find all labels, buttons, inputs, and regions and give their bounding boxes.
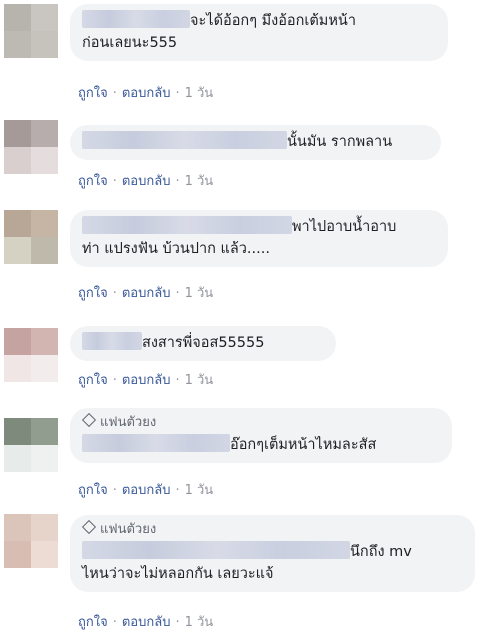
diamond-icon bbox=[81, 412, 97, 428]
comment-actions: ถูกใจ · ตอบกลับ · 1 วัน bbox=[78, 86, 214, 101]
top-fan-badge: แฟนตัวยง bbox=[81, 412, 438, 432]
comment-text: ท่า แปรงฟัน บ้วนปาก แล้ว..... bbox=[82, 241, 270, 257]
redacted-username[interactable] bbox=[82, 332, 142, 350]
comment-text: ก่อนเลยนะ555 bbox=[82, 35, 178, 51]
reply-link[interactable]: ตอบกลับ bbox=[122, 174, 171, 189]
redacted-username[interactable] bbox=[82, 216, 292, 234]
redacted-username[interactable] bbox=[82, 10, 190, 28]
timestamp[interactable]: 1 วัน bbox=[185, 615, 214, 630]
like-link[interactable]: ถูกใจ bbox=[78, 286, 108, 301]
comment-text: อ๊อกๆเต็มหน้าไหมละสัส bbox=[82, 434, 438, 456]
timestamp[interactable]: 1 วัน bbox=[185, 373, 214, 388]
reply-link[interactable]: ตอบกลับ bbox=[122, 86, 171, 101]
avatar[interactable] bbox=[4, 514, 58, 568]
like-link[interactable]: ถูกใจ bbox=[78, 86, 108, 101]
timestamp[interactable]: 1 วัน bbox=[185, 86, 214, 101]
comment-text: นั้นมัน รากพลาน bbox=[82, 131, 427, 153]
comment-text: ไหนว่าจะไม่หลอกกัน เลยวะแจ้ bbox=[82, 566, 274, 582]
reply-link[interactable]: ตอบกลับ bbox=[122, 615, 171, 630]
comment-actions: ถูกใจ · ตอบกลับ · 1 วัน bbox=[78, 286, 214, 301]
top-fan-badge: แฟนตัวยง bbox=[81, 519, 461, 539]
redacted-username[interactable] bbox=[82, 131, 287, 149]
redacted-username[interactable] bbox=[82, 541, 350, 559]
comment-bubble: แฟนตัวยง นึกถึง mv ไหนว่าจะไม่หลอกกัน เล… bbox=[70, 515, 475, 592]
avatar[interactable] bbox=[4, 210, 58, 264]
comment-actions: ถูกใจ · ตอบกลับ · 1 วัน bbox=[78, 483, 214, 498]
like-link[interactable]: ถูกใจ bbox=[78, 373, 108, 388]
comment-actions: ถูกใจ · ตอบกลับ · 1 วัน bbox=[78, 174, 214, 189]
diamond-icon bbox=[81, 519, 97, 535]
avatar[interactable] bbox=[4, 120, 58, 174]
redacted-username[interactable] bbox=[82, 434, 230, 452]
like-link[interactable]: ถูกใจ bbox=[78, 615, 108, 630]
comment-bubble: จะได้อ้อกๆ มึงอ้อกเต้มหน้า ก่อนเลยนะ555 bbox=[70, 4, 448, 61]
comment-actions: ถูกใจ · ตอบกลับ · 1 วัน bbox=[78, 373, 214, 388]
timestamp[interactable]: 1 วัน bbox=[185, 483, 214, 498]
comment-bubble: นั้นมัน รากพลาน bbox=[70, 125, 441, 160]
like-link[interactable]: ถูกใจ bbox=[78, 174, 108, 189]
comment-bubble: แฟนตัวยง อ๊อกๆเต็มหน้าไหมละสัส bbox=[70, 408, 452, 463]
like-link[interactable]: ถูกใจ bbox=[78, 483, 108, 498]
reply-link[interactable]: ตอบกลับ bbox=[122, 373, 171, 388]
comment-bubble: พาไปอาบน้ำอาบ ท่า แปรงฟัน บ้วนปาก แล้ว..… bbox=[70, 210, 448, 267]
avatar[interactable] bbox=[4, 4, 58, 58]
reply-link[interactable]: ตอบกลับ bbox=[122, 483, 171, 498]
comment-text: นึกถึง mv bbox=[82, 541, 461, 563]
comment-text: สงสารพี่จอส55555 bbox=[82, 332, 322, 354]
comment-actions: ถูกใจ · ตอบกลับ · 1 วัน bbox=[78, 615, 214, 630]
comment-text: พาไปอาบน้ำอาบ bbox=[82, 216, 434, 238]
comment-bubble: สงสารพี่จอส55555 bbox=[70, 326, 336, 361]
avatar[interactable] bbox=[4, 328, 58, 382]
reply-link[interactable]: ตอบกลับ bbox=[122, 286, 171, 301]
timestamp[interactable]: 1 วัน bbox=[185, 286, 214, 301]
comment-text: จะได้อ้อกๆ มึงอ้อกเต้มหน้า bbox=[82, 10, 434, 32]
timestamp[interactable]: 1 วัน bbox=[185, 174, 214, 189]
avatar[interactable] bbox=[4, 418, 58, 472]
